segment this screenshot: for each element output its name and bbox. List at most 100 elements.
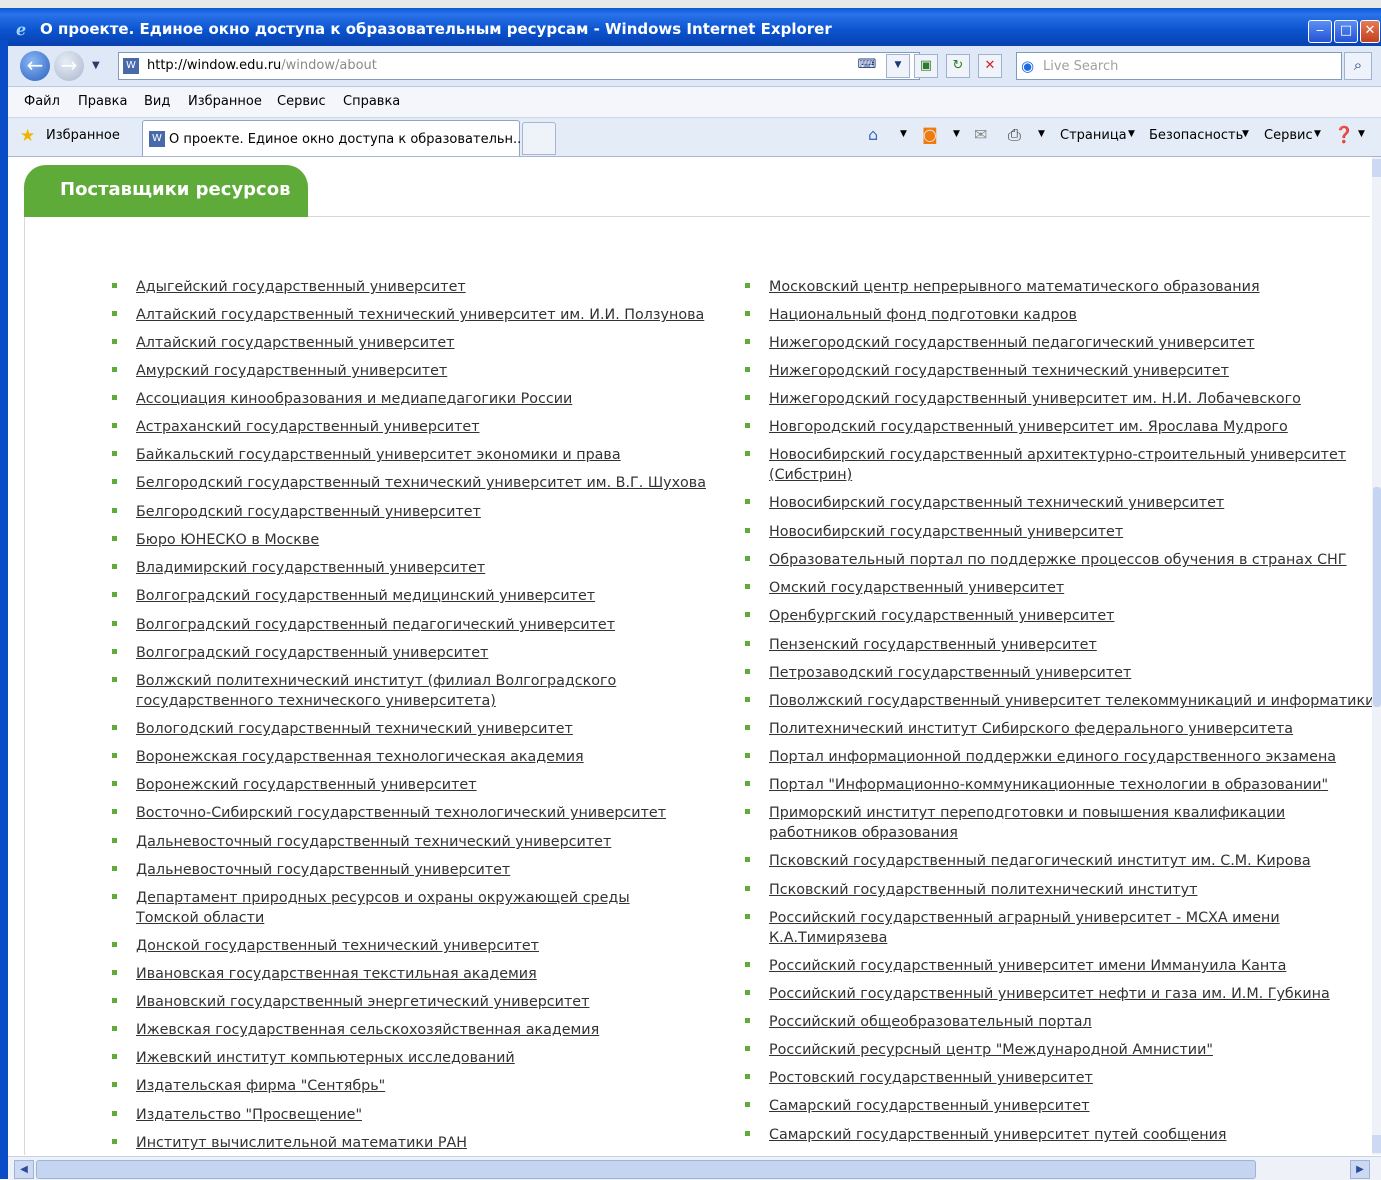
provider-link[interactable]: Российский государственный университет и… <box>769 956 1286 976</box>
provider-link[interactable]: Волгоградский государственный педагогиче… <box>136 615 615 635</box>
tools-dropdown-icon[interactable]: ▼ <box>1314 129 1321 139</box>
provider-link[interactable]: Приморский институт переподготовки и пов… <box>769 803 1354 843</box>
provider-link[interactable]: Владимирский государственный университет <box>136 558 485 578</box>
provider-link[interactable]: Алтайский государственный университет <box>136 333 454 353</box>
provider-link[interactable]: Ростовский государственный университет <box>769 1068 1093 1088</box>
provider-link[interactable]: Российский государственный университет н… <box>769 984 1330 1004</box>
address-dropdown-button[interactable]: ▼ <box>886 54 910 78</box>
provider-link[interactable]: Портал "Информационно-коммуникационные т… <box>769 775 1328 795</box>
help-icon[interactable]: ❓ <box>1334 125 1354 144</box>
search-button[interactable]: ⌕ <box>1344 52 1372 80</box>
scroll-right-button[interactable]: ▶ <box>1350 1160 1370 1179</box>
safety-menu-button[interactable]: Безопасность <box>1149 128 1243 143</box>
menu-tools[interactable]: Сервис <box>277 94 326 109</box>
provider-link[interactable]: Нижегородский государственный университе… <box>769 389 1301 409</box>
provider-link[interactable]: Московский центр непрерывного математиче… <box>769 277 1260 297</box>
compatibility-icon[interactable]: ▣ <box>914 54 938 78</box>
read-mail-icon[interactable]: ✉ <box>974 125 987 144</box>
provider-link[interactable]: Дальневосточный государственный техничес… <box>136 832 611 852</box>
horizontal-scrollbar[interactable]: ◀ ▶ <box>8 1156 1381 1180</box>
provider-link[interactable]: Донской государственный технический унив… <box>136 936 539 956</box>
tools-menu-button[interactable]: Сервис <box>1264 128 1313 143</box>
provider-link[interactable]: Политехнический институт Сибирского феде… <box>769 719 1293 739</box>
provider-link[interactable]: Ассоциация кинообразования и медиапедаго… <box>136 389 572 409</box>
provider-link[interactable]: Волжский политехнический институт (филиа… <box>136 671 696 711</box>
scroll-left-button[interactable]: ◀ <box>14 1160 34 1179</box>
menu-file[interactable]: Файл <box>24 94 60 109</box>
recent-pages-dropdown[interactable]: ▼ <box>92 60 100 71</box>
provider-link[interactable]: Восточно-Сибирский государственный техно… <box>136 803 666 823</box>
search-field[interactable]: ◉ Live Search <box>1016 52 1342 80</box>
provider-link[interactable]: Ижевская государственная сельскохозяйств… <box>136 1020 599 1040</box>
provider-link[interactable]: Нижегородский государственный технически… <box>769 361 1229 381</box>
provider-link[interactable]: Белгородский государственный университет <box>136 502 481 522</box>
provider-link[interactable]: Новосибирский государственный архитектур… <box>769 445 1354 485</box>
provider-link[interactable]: Новосибирский государственный университе… <box>769 522 1123 542</box>
provider-link[interactable]: Российский общеобразовательный портал <box>769 1012 1092 1032</box>
menu-favorites[interactable]: Избранное <box>188 94 262 109</box>
provider-link[interactable]: Издательство "Просвещение" <box>136 1105 362 1125</box>
provider-link[interactable]: Астраханский государственный университет <box>136 417 480 437</box>
provider-link[interactable]: Воронежская государственная технологичес… <box>136 747 584 767</box>
provider-link[interactable]: Дальневосточный государственный универси… <box>136 860 510 880</box>
minimize-button[interactable]: ‒ <box>1308 20 1332 43</box>
page-menu-button[interactable]: Страница <box>1060 128 1127 143</box>
provider-link[interactable]: Портал информационной поддержки единого … <box>769 747 1336 767</box>
provider-link[interactable]: Псковский государственный педагогический… <box>769 851 1311 871</box>
provider-link[interactable]: Омский государственный университет <box>769 578 1064 598</box>
rss-feed-icon[interactable]: ◙ <box>922 125 938 144</box>
back-button[interactable]: ← <box>20 51 50 81</box>
feed-dropdown-icon[interactable]: ▼ <box>953 129 960 139</box>
provider-link[interactable]: Образовательный портал по поддержке проц… <box>769 550 1347 570</box>
page-dropdown-icon[interactable]: ▼ <box>1128 129 1135 139</box>
horizontal-scroll-thumb[interactable] <box>36 1160 1256 1179</box>
provider-link[interactable]: Новгородский государственный университет… <box>769 417 1288 437</box>
close-window-button[interactable]: ✕ <box>1360 20 1380 43</box>
home-dropdown-icon[interactable]: ▼ <box>900 129 907 139</box>
provider-link[interactable]: Ивановская государственная текстильная а… <box>136 964 537 984</box>
provider-link[interactable]: Российский ресурсный центр "Международно… <box>769 1040 1213 1060</box>
provider-link[interactable]: Белгородский государственный технический… <box>136 473 706 493</box>
provider-link[interactable]: Петрозаводский государственный университ… <box>769 663 1131 683</box>
provider-link[interactable]: Алтайский государственный технический ун… <box>136 305 704 325</box>
provider-link[interactable]: Нижегородский государственный педагогиче… <box>769 333 1255 353</box>
provider-link[interactable]: Адыгейский государственный университет <box>136 277 466 297</box>
address-field[interactable]: W http://window.edu.ru/window/about <box>118 52 920 80</box>
menu-edit[interactable]: Правка <box>78 94 127 109</box>
menu-help[interactable]: Справка <box>343 94 400 109</box>
provider-link[interactable]: Псковский государственный политехнически… <box>769 880 1197 900</box>
provider-link[interactable]: Поволжский государственный университет т… <box>769 691 1372 711</box>
home-icon[interactable]: ⌂ <box>868 125 878 144</box>
provider-link[interactable]: Байкальский государственный университет … <box>136 445 621 465</box>
provider-link[interactable]: Пензенский государственный университет <box>769 635 1097 655</box>
scroll-up-button[interactable] <box>1372 159 1381 177</box>
provider-link[interactable]: Бюро ЮНЕСКО в Москве <box>136 530 319 550</box>
menu-view[interactable]: Вид <box>144 94 170 109</box>
print-dropdown-icon[interactable]: ▼ <box>1038 129 1045 139</box>
maximize-button[interactable]: □ <box>1334 20 1358 43</box>
favorites-star-icon[interactable]: ★ <box>20 126 35 146</box>
provider-link[interactable]: Российский государственный аграрный унив… <box>769 908 1354 948</box>
help-dropdown-icon[interactable]: ▼ <box>1358 129 1365 139</box>
vertical-scroll-thumb[interactable] <box>1373 487 1381 707</box>
provider-link[interactable]: Волгоградский государственный медицински… <box>136 586 595 606</box>
provider-link[interactable]: Вологодский государственный технический … <box>136 719 573 739</box>
safety-dropdown-icon[interactable]: ▼ <box>1242 129 1249 139</box>
provider-link[interactable]: Самарский государственный университет <box>769 1096 1090 1116</box>
favorites-button[interactable]: Избранное <box>46 128 120 143</box>
provider-link[interactable]: Ивановский государственный энергетически… <box>136 992 589 1012</box>
vertical-scrollbar[interactable] <box>1372 157 1381 1155</box>
provider-link[interactable]: Новосибирский государственный технически… <box>769 493 1224 513</box>
browser-tab-active[interactable]: W О проекте. Единое окно доступа к образ… <box>142 120 525 156</box>
provider-link[interactable]: Воронежский государственный университет <box>136 775 477 795</box>
forward-button[interactable]: → <box>54 51 84 81</box>
provider-link[interactable]: Институт вычислительной математики РАН <box>136 1133 467 1153</box>
stop-icon[interactable]: ✕ <box>978 54 1002 78</box>
provider-link[interactable]: Департамент природных ресурсов и охраны … <box>136 888 696 928</box>
provider-link[interactable]: Издательская фирма "Сентябрь" <box>136 1076 385 1096</box>
provider-link[interactable]: Волгоградский государственный университе… <box>136 643 488 663</box>
provider-link[interactable]: Амурский государственный университет <box>136 361 447 381</box>
provider-link[interactable]: Национальный фонд подготовки кадров <box>769 305 1077 325</box>
provider-link[interactable]: Оренбургский государственный университет <box>769 606 1115 626</box>
scroll-down-button[interactable] <box>1372 1135 1381 1153</box>
